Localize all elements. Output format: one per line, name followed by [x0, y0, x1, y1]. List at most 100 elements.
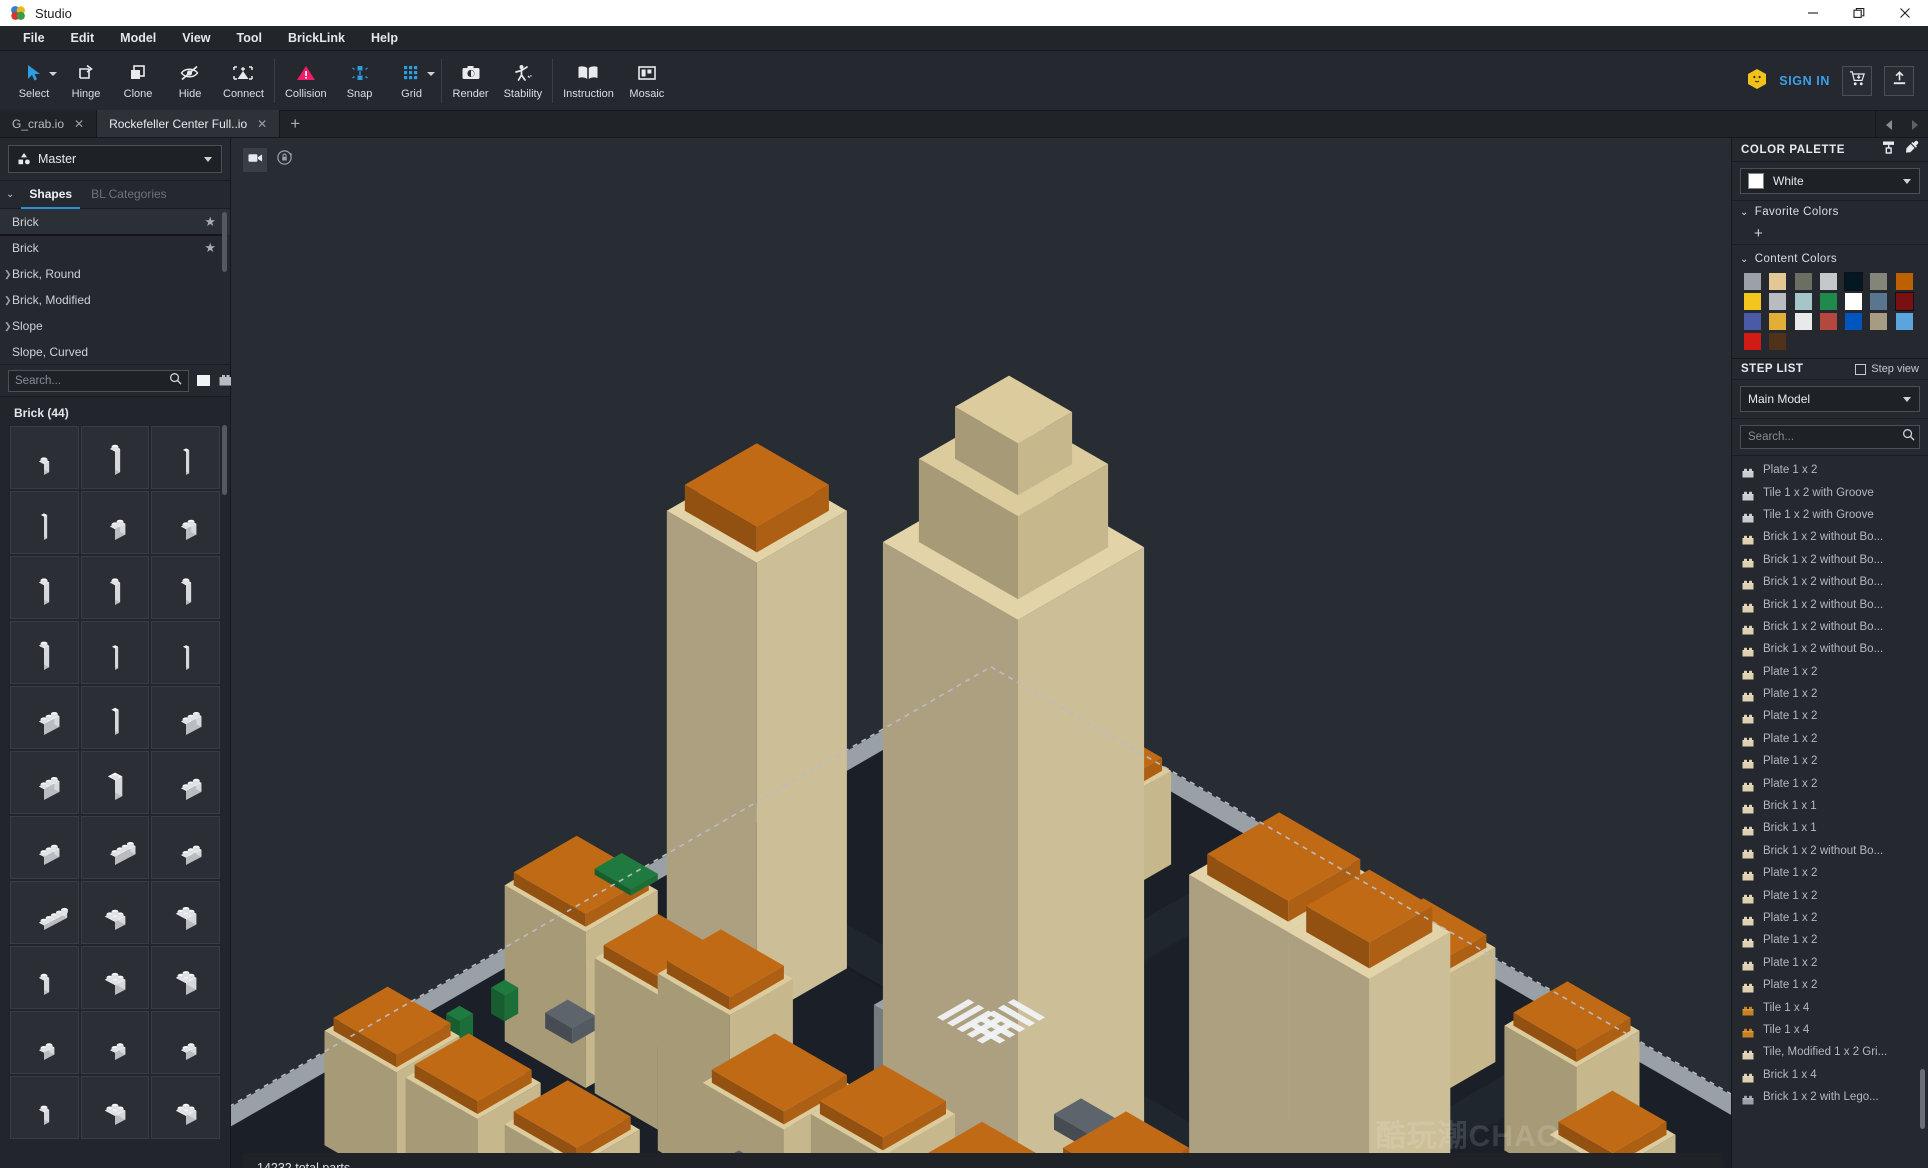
tab-shapes[interactable]: Shapes: [21, 181, 81, 209]
step-list-item[interactable]: Plate 1 x 2: [1732, 683, 1928, 705]
color-swatch[interactable]: [1895, 273, 1913, 290]
brick-palette-item[interactable]: [80, 751, 150, 814]
step-view-checkbox[interactable]: [1855, 363, 1867, 375]
minimize-button[interactable]: [1790, 0, 1836, 26]
brick-palette-item[interactable]: [10, 426, 79, 489]
brick-palette-item[interactable]: [151, 556, 220, 619]
brick-palette-item[interactable]: [151, 621, 220, 684]
chevron-down-icon[interactable]: ⌄: [6, 189, 14, 200]
color-swatch[interactable]: [1794, 313, 1812, 330]
brick-palette-item[interactable]: [10, 816, 79, 879]
category-brick-2[interactable]: Brick ★: [0, 235, 230, 261]
search-icon[interactable]: [169, 372, 182, 390]
brick-palette-item[interactable]: [10, 686, 79, 749]
brick-palette-item[interactable]: [151, 686, 220, 749]
star-icon[interactable]: ★: [204, 214, 216, 230]
color-swatch[interactable]: [1744, 333, 1761, 350]
color-swatch[interactable]: [1769, 273, 1787, 290]
step-list-item[interactable]: Plate 1 x 2: [1732, 661, 1928, 683]
category-brick-round[interactable]: ❯ Brick, Round: [0, 261, 230, 287]
brick-palette-item[interactable]: [151, 491, 220, 554]
close-icon[interactable]: ✕: [257, 117, 267, 131]
brick-palette-item[interactable]: [151, 946, 220, 1009]
color-swatch[interactable]: [1769, 333, 1787, 350]
shape-search-box[interactable]: [8, 369, 189, 392]
view-mode-flat-icon[interactable]: [196, 372, 211, 389]
brick-palette-item[interactable]: [80, 1076, 150, 1139]
chevron-down-icon[interactable]: [49, 71, 57, 76]
step-list-item[interactable]: Brick 1 x 4: [1732, 1064, 1928, 1086]
brick-palette-item[interactable]: [80, 556, 150, 619]
step-list-item[interactable]: Plate 1 x 2: [1732, 884, 1928, 906]
brick-palette-item[interactable]: [80, 621, 150, 684]
tab-rockefeller-center[interactable]: Rockefeller Center Full..io ✕: [97, 110, 281, 137]
color-swatch[interactable]: [1819, 273, 1837, 290]
menu-model[interactable]: Model: [107, 26, 169, 51]
brick-palette-item[interactable]: [10, 1011, 79, 1074]
model-viewport[interactable]: 14232 total parts 酷玩潮CHAO: [231, 138, 1731, 1168]
color-swatch[interactable]: [1744, 273, 1761, 290]
step-list-items[interactable]: Plate 1 x 2 Tile 1 x 2 with Groove Tile 1 …: [1732, 456, 1928, 1168]
color-swatch[interactable]: [1819, 293, 1837, 310]
step-list-item[interactable]: Plate 1 x 2: [1732, 459, 1928, 481]
menu-tool[interactable]: Tool: [224, 26, 275, 51]
brick-palette-item[interactable]: [151, 1076, 220, 1139]
step-list-item[interactable]: Brick 1 x 2 with Lego...: [1732, 1086, 1928, 1108]
tool-hinge[interactable]: Hinge: [60, 54, 112, 108]
step-list-item[interactable]: Brick 1 x 2 without Bo...: [1732, 638, 1928, 660]
step-list-item[interactable]: Tile 1 x 2 with Groove: [1732, 481, 1928, 503]
chevron-down-icon[interactable]: [426, 71, 435, 76]
brick-palette-item[interactable]: [80, 946, 150, 1009]
step-list-item[interactable]: Brick 1 x 2 without Bo...: [1732, 593, 1928, 615]
step-search-box[interactable]: [1740, 425, 1920, 449]
step-list-item[interactable]: Brick 1 x 2 without Bo...: [1732, 840, 1928, 862]
brick-palette-item[interactable]: [151, 751, 220, 814]
reset-rotation-button[interactable]: [272, 148, 296, 172]
paint-roller-icon[interactable]: [1882, 140, 1896, 159]
master-select[interactable]: Master: [8, 145, 222, 173]
new-tab-button[interactable]: +: [280, 110, 310, 137]
category-brick-modified[interactable]: ❯ Brick, Modified: [0, 287, 230, 313]
step-list-item[interactable]: Brick 1 x 1: [1732, 795, 1928, 817]
eyedropper-icon[interactable]: [1905, 140, 1919, 159]
star-icon[interactable]: ★: [204, 240, 216, 256]
camera-view-button[interactable]: [243, 148, 267, 172]
brick-palette-item[interactable]: [10, 491, 79, 554]
brick-palette-item[interactable]: [151, 816, 220, 879]
tool-grid[interactable]: Grid: [386, 54, 438, 108]
step-list-item[interactable]: Tile 1 x 4: [1732, 1019, 1928, 1041]
menu-view[interactable]: View: [169, 26, 223, 51]
brick-palette-item[interactable]: [80, 491, 150, 554]
color-swatch[interactable]: [1894, 292, 1914, 311]
tab-g-crab[interactable]: G_crab.io ✕: [0, 110, 98, 137]
color-swatch[interactable]: [1844, 272, 1864, 291]
tab-scroll-left-button[interactable]: [1876, 111, 1902, 138]
brick-palette-item[interactable]: [80, 426, 150, 489]
step-list-item[interactable]: Plate 1 x 2: [1732, 728, 1928, 750]
tool-mosaic[interactable]: Mosaic: [621, 54, 673, 108]
color-swatch[interactable]: [1870, 313, 1888, 330]
cart-button[interactable]: [1842, 66, 1872, 96]
step-list-scrollbar[interactable]: [1920, 1069, 1925, 1129]
close-button[interactable]: [1882, 0, 1928, 26]
category-slope[interactable]: ❯ Slope: [0, 313, 230, 339]
tool-snap[interactable]: Snap: [334, 54, 386, 108]
color-swatch[interactable]: [1845, 293, 1863, 310]
step-search-input[interactable]: [1748, 431, 1902, 443]
shape-search-input[interactable]: [15, 374, 169, 387]
brick-palette-item[interactable]: [80, 881, 150, 944]
category-scrollbar[interactable]: [222, 212, 227, 272]
brick-palette-item[interactable]: [10, 621, 79, 684]
brick-palette-item[interactable]: [151, 1011, 220, 1074]
step-list-item[interactable]: Brick 1 x 2 without Bo...: [1732, 549, 1928, 571]
brick-palette-item[interactable]: [10, 881, 79, 944]
selected-color-dropdown[interactable]: White: [1740, 168, 1920, 194]
color-swatch[interactable]: [1870, 273, 1888, 290]
upload-button[interactable]: [1884, 66, 1914, 96]
step-list-item[interactable]: Plate 1 x 2: [1732, 952, 1928, 974]
color-swatch[interactable]: [1769, 293, 1787, 310]
favorite-colors-header[interactable]: ⌄ Favorite Colors: [1732, 201, 1928, 223]
model-select[interactable]: Main Model: [1740, 386, 1920, 412]
step-list-item[interactable]: Brick 1 x 2 without Bo...: [1732, 571, 1928, 593]
maximize-button[interactable]: [1836, 0, 1882, 26]
